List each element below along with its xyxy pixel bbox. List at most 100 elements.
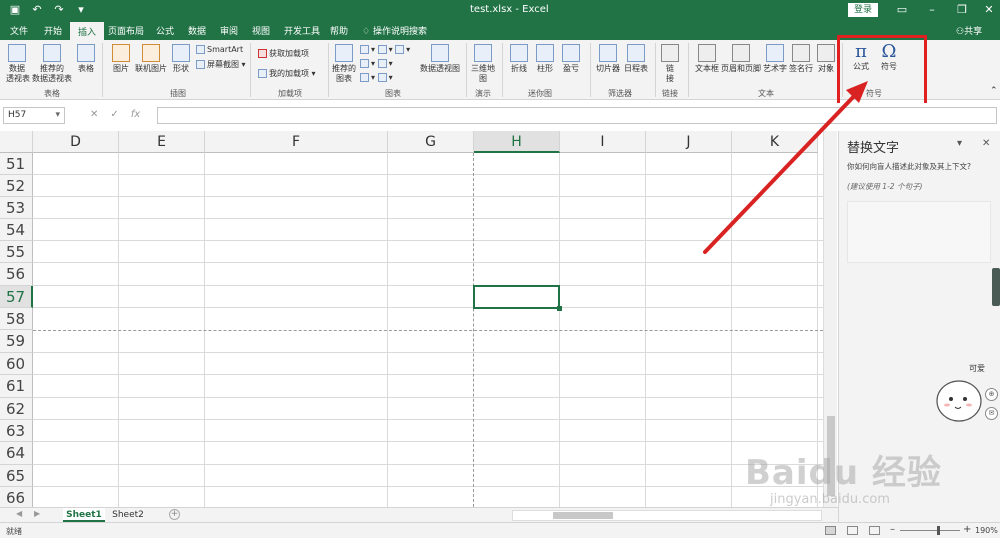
zoom-in-icon[interactable]: +	[963, 524, 971, 535]
row-header[interactable]: 62	[0, 398, 33, 420]
row-header[interactable]: 63	[0, 420, 33, 442]
row-header[interactable]: 59	[0, 330, 33, 353]
wordart-button[interactable]: 艺术字	[762, 44, 788, 74]
enter-icon[interactable]: ✓	[110, 109, 118, 120]
recommended-charts-button[interactable]: 推荐的 图表	[332, 44, 356, 84]
screenshot-button[interactable]: 屏幕截图 ▾	[196, 59, 246, 70]
select-all-corner[interactable]	[0, 131, 33, 153]
collapse-ribbon-icon[interactable]: ⌃	[990, 86, 998, 96]
page-layout-view-icon[interactable]	[847, 526, 858, 535]
3d-map-button[interactable]: 三维地 图	[470, 44, 496, 84]
smartart-button[interactable]: SmartArt	[196, 45, 243, 54]
timeline-button[interactable]: 日程表	[623, 44, 649, 74]
row-header[interactable]: 66	[0, 487, 33, 507]
zoom-out-icon[interactable]: –	[890, 524, 895, 535]
sheet-tab-sheet2[interactable]: Sheet2	[107, 508, 149, 522]
minimize-icon[interactable]: –	[925, 3, 939, 16]
share-circle-icon[interactable]: ⊕	[985, 388, 998, 401]
prev-sheet-icon[interactable]: ◀	[16, 509, 22, 518]
fx-icon[interactable]: fx	[131, 109, 140, 120]
sparkline-winloss-button[interactable]: 盈亏	[560, 44, 582, 74]
horizontal-scrollbar[interactable]	[512, 510, 822, 521]
tab-formulas[interactable]: 公式	[156, 24, 174, 37]
row-header[interactable]: 58	[0, 308, 33, 330]
column-header-d[interactable]: D	[33, 131, 119, 153]
tab-data[interactable]: 数据	[188, 24, 206, 37]
signature-line-button[interactable]: 签名行	[788, 44, 814, 74]
row-header-selected[interactable]: 57	[0, 286, 33, 308]
line-chart-button[interactable]: ▾ ▾	[360, 59, 393, 68]
tab-view[interactable]: 视图	[252, 24, 270, 37]
table-button[interactable]: 表格	[75, 44, 97, 74]
column-header-f[interactable]: F	[205, 131, 388, 153]
column-header-k[interactable]: K	[732, 131, 818, 153]
header-footer-button[interactable]: 页眉和页脚	[720, 44, 762, 74]
add-sheet-icon[interactable]: +	[169, 509, 180, 520]
save-icon[interactable]: ▣	[8, 3, 22, 16]
tab-page-layout[interactable]: 页面布局	[108, 24, 144, 37]
ribbon-display-options-icon[interactable]: ▭	[895, 3, 909, 16]
zoom-slider[interactable]	[900, 530, 960, 531]
normal-view-icon[interactable]	[825, 526, 836, 535]
next-sheet-icon[interactable]: ▶	[34, 509, 40, 518]
fill-handle[interactable]	[557, 306, 562, 311]
column-header-g[interactable]: G	[388, 131, 474, 153]
page-break-view-icon[interactable]	[869, 526, 880, 535]
online-pictures-button[interactable]: 联机图片	[135, 44, 167, 74]
tab-home[interactable]: 开始	[44, 24, 62, 37]
row-header[interactable]: 53	[0, 197, 33, 219]
column-header-e[interactable]: E	[119, 131, 205, 153]
redo-icon[interactable]: ↷	[52, 3, 66, 16]
customize-qat-icon[interactable]: ▾	[74, 3, 88, 16]
object-button[interactable]: 对象	[815, 44, 837, 74]
zoom-slider-thumb[interactable]	[937, 526, 940, 535]
tab-insert[interactable]: 插入	[70, 22, 105, 40]
tab-developer[interactable]: 开发工具	[284, 24, 320, 37]
bird-icon[interactable]: ✉	[985, 407, 998, 420]
row-header[interactable]: 60	[0, 353, 33, 375]
sheet-tab-sheet1[interactable]: Sheet1	[63, 508, 105, 522]
tell-me-search[interactable]: ♢ 操作说明搜索	[362, 24, 427, 37]
slicer-button[interactable]: 切片器	[595, 44, 621, 74]
active-cell[interactable]	[473, 285, 560, 309]
tab-file[interactable]: 文件	[10, 24, 28, 37]
column-header-j[interactable]: J	[646, 131, 732, 153]
cancel-icon[interactable]: ✕	[90, 109, 98, 120]
close-pane-icon[interactable]: ✕	[982, 138, 990, 149]
undo-icon[interactable]: ↶	[30, 3, 44, 16]
side-dock-tab[interactable]	[992, 268, 1000, 306]
name-box[interactable]: H57 ▾	[3, 107, 65, 124]
column-chart-button[interactable]: ▾ ▾ ▾	[360, 45, 410, 54]
horizontal-scrollbar-thumb[interactable]	[553, 512, 613, 519]
formula-input[interactable]	[157, 107, 997, 124]
recommended-pivot-button[interactable]: 推荐的 数据透视表	[32, 44, 72, 84]
pie-chart-button[interactable]: ▾ ▾	[360, 73, 393, 82]
pivot-chart-button[interactable]: 数据透视图	[420, 44, 460, 74]
my-addins-button[interactable]: 我的加载项 ▾	[258, 68, 316, 79]
row-header[interactable]: 51	[0, 153, 33, 175]
row-header[interactable]: 61	[0, 375, 33, 398]
column-header-i[interactable]: I	[560, 131, 646, 153]
textbox-button[interactable]: 文本框	[694, 44, 720, 74]
column-header-h[interactable]: H	[474, 131, 560, 153]
zoom-level[interactable]: 190%	[975, 526, 998, 535]
maximize-icon[interactable]: ❐	[955, 3, 969, 16]
alt-text-input[interactable]	[847, 201, 991, 263]
login-button[interactable]: 登录	[848, 3, 878, 17]
row-header[interactable]: 56	[0, 263, 33, 286]
row-header[interactable]: 65	[0, 465, 33, 487]
chevron-down-icon[interactable]: ▾	[957, 138, 962, 149]
tab-help[interactable]: 帮助	[330, 24, 348, 37]
pivot-table-button[interactable]: 数据 透视表	[6, 44, 30, 84]
row-header[interactable]: 52	[0, 175, 33, 197]
link-button[interactable]: 链 接	[660, 44, 680, 84]
tab-review[interactable]: 审阅	[220, 24, 238, 37]
row-header[interactable]: 54	[0, 219, 33, 241]
get-addins-button[interactable]: 获取加载项	[258, 48, 309, 59]
sparkline-line-button[interactable]: 折线	[508, 44, 530, 74]
row-header[interactable]: 55	[0, 241, 33, 263]
sparkline-column-button[interactable]: 柱形	[534, 44, 556, 74]
shapes-button[interactable]: 形状	[170, 44, 192, 74]
pictures-button[interactable]: 图片	[110, 44, 132, 74]
row-header[interactable]: 64	[0, 442, 33, 465]
